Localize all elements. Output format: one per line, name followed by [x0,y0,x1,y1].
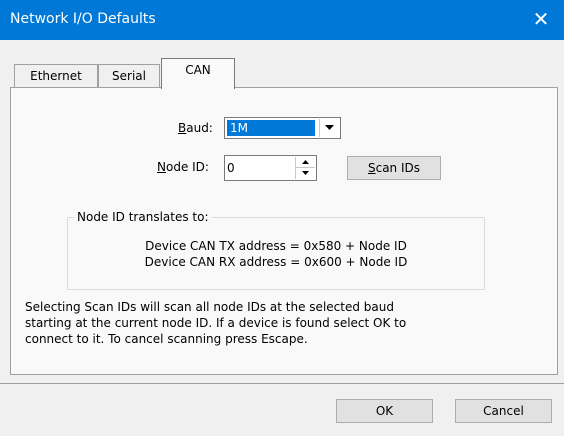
baud-label: Baud: [178,121,213,135]
arrow-up-icon [302,160,309,164]
baud-selected-value: 1M [227,120,315,136]
rx-address-line: Device CAN RX address = 0x600 + Node ID [144,255,408,269]
scan-ids-button[interactable]: Scan IDs [347,156,441,180]
close-icon[interactable]: ✕ [518,0,564,40]
dropdown-arrow-button[interactable] [319,119,339,137]
ok-button[interactable]: OK [336,399,433,423]
node-id-label: Node ID: [157,160,209,174]
tx-address-line: Device CAN TX address = 0x580 + Node ID [145,239,407,253]
network-io-defaults-dialog: Network I/O Defaults ✕ Ethernet Serial C… [0,0,564,436]
footer-separator [0,383,564,384]
spin-up-button[interactable] [296,157,315,168]
node-id-input[interactable] [227,157,287,179]
chevron-down-icon [325,125,334,130]
can-tab-panel: Baud: 1M Node ID: Scan IDs Node ID trans… [10,87,558,375]
tab-can[interactable]: CAN [161,58,235,89]
node-id-translation-group: Node ID translates to: Device CAN TX add… [67,210,485,290]
baud-dropdown[interactable]: 1M [224,117,341,139]
spinner-buttons [295,157,315,179]
title-bar[interactable]: Network I/O Defaults ✕ [0,0,564,40]
help-line: starting at the current node ID. If a de… [25,316,407,330]
help-text: Selecting Scan IDs will scan all node ID… [25,299,545,347]
help-line: connect to it. To cancel scanning press … [25,332,308,346]
arrow-down-icon [302,171,309,175]
help-line: Selecting Scan IDs will scan all node ID… [25,300,394,314]
tab-serial[interactable]: Serial [98,64,160,87]
spin-down-button[interactable] [296,168,315,179]
tab-ethernet[interactable]: Ethernet [14,64,98,87]
group-title: Node ID translates to: [74,210,212,224]
window-title: Network I/O Defaults [10,11,156,27]
cancel-button[interactable]: Cancel [455,399,552,423]
node-id-spinner[interactable] [224,155,317,181]
